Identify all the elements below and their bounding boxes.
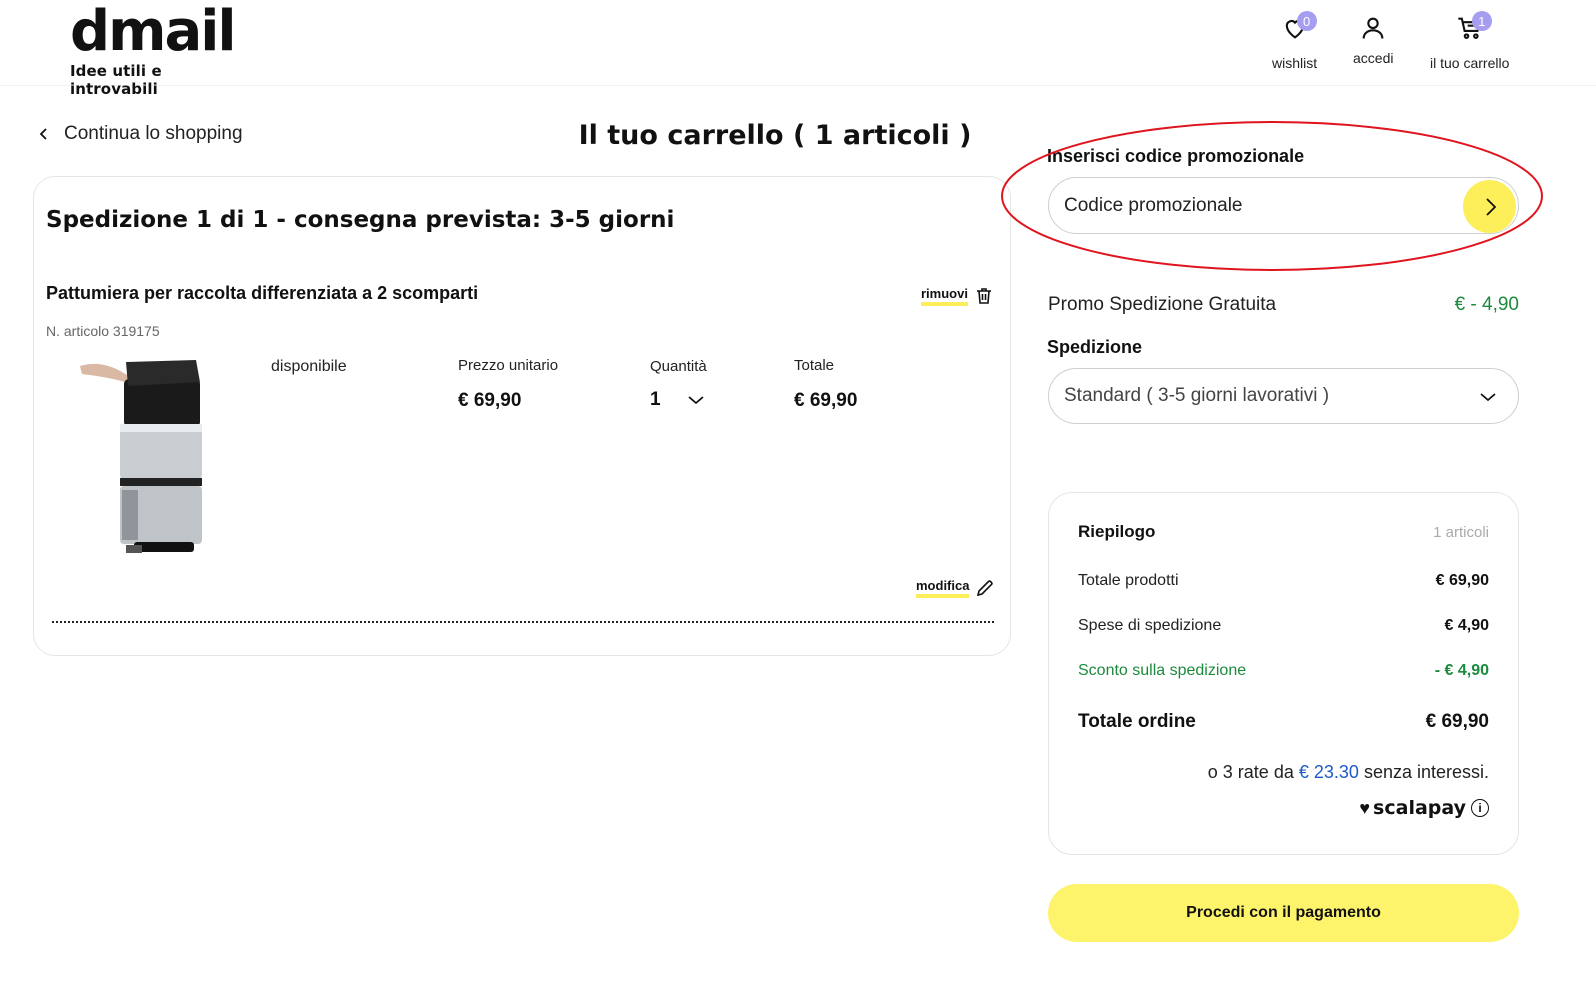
summary-row-label: Sconto sulla spedizione [1078, 662, 1247, 679]
shipment-title: Spedizione 1 di 1 - consegna prevista: 3… [46, 207, 675, 233]
summary-row-label: Spese di spedizione [1078, 617, 1222, 634]
product-code: N. articolo 319175 [46, 323, 160, 339]
chevron-down-icon [1480, 393, 1496, 402]
total-label: Totale [794, 357, 835, 374]
shipping-method-value: Standard ( 3-5 giorni lavorativi ) [1064, 385, 1330, 406]
cart-badge: 1 [1471, 11, 1492, 31]
shipping-label: Spedizione [1047, 337, 1143, 357]
applied-promo-value: € - 4,90 [1454, 294, 1519, 315]
summary-item-count: 1 articoli [1433, 524, 1489, 541]
product-name[interactable]: Pattumiera per raccolta differenziata a … [46, 283, 478, 304]
availability-status: disponibile [271, 358, 347, 375]
trash-icon [976, 288, 991, 304]
order-total-label: Totale ordine [1078, 711, 1196, 732]
pencil-icon [977, 580, 994, 597]
order-total-value: € 69,90 [1425, 711, 1489, 732]
quantity-value: 1 [650, 389, 661, 410]
quantity-selector[interactable]: 1 [650, 389, 706, 411]
installments-amount: € 23.30 [1298, 762, 1359, 782]
page-title: Il tuo carrello ( 1 articoli ) [578, 120, 972, 151]
unit-price-label: Prezzo unitario [458, 357, 559, 374]
summary-header: Riepilogo 1 articoli [1078, 522, 1489, 542]
user-icon [1362, 17, 1384, 39]
site-header: dmail Idee utili e introvabili 0 wishlis… [0, 0, 1596, 98]
wishlist-label: wishlist [1272, 55, 1318, 71]
info-icon[interactable]: i [1471, 799, 1489, 817]
logo-tagline: Idee utili e introvabili [70, 62, 162, 98]
continue-shopping-link[interactable]: Continua lo shopping [36, 123, 243, 145]
shipping-method-select[interactable]: Standard ( 3-5 giorni lavorativi ) [1048, 368, 1519, 424]
edit-button[interactable]: modifica [916, 578, 995, 598]
divider [52, 621, 994, 623]
quantity-label: Quantità [650, 358, 707, 375]
installments-prefix: o 3 rate da [1207, 762, 1294, 782]
summary-row-value: € 4,90 [1444, 617, 1489, 634]
summary-row-discount: Sconto sulla spedizione - € 4,90 [1078, 662, 1489, 680]
applied-promo-name: Promo Spedizione Gratuita [1048, 294, 1277, 315]
summary-row-value: - € 4,90 [1434, 662, 1489, 679]
summary-row-label: Totale prodotti [1078, 572, 1179, 589]
checkout-button[interactable]: Procedi con il pagamento [1048, 884, 1519, 942]
cart-label: il tuo carrello [1430, 55, 1510, 71]
cart-link[interactable]: 1 il tuo carrello [1430, 11, 1510, 71]
unit-price-value: € 69,90 [458, 390, 522, 411]
installments-text: o 3 rate da € 23.30 senza interessi. [1078, 762, 1489, 783]
summary-row-value: € 69,90 [1435, 572, 1489, 589]
account-link[interactable]: accedi [1353, 14, 1393, 66]
scalapay-badge: ♥ scalapay i [1300, 797, 1489, 819]
scalapay-logo: scalapay [1373, 797, 1466, 819]
installments-suffix: senza interessi. [1363, 762, 1489, 782]
apply-promo-button[interactable] [1463, 180, 1516, 233]
remove-button[interactable]: rimuovi [921, 286, 994, 306]
heart-icon: ♥ [1359, 797, 1371, 818]
wishlist-link[interactable]: 0 wishlist [1272, 11, 1318, 71]
edit-label: modifica [916, 578, 970, 598]
chevron-left-icon [39, 128, 47, 140]
chevron-down-icon [688, 396, 704, 405]
applied-promo: Promo Spedizione Gratuita € - 4,90 [1048, 294, 1519, 316]
remove-label: rimuovi [921, 286, 968, 306]
logo[interactable]: dmail Idee utili e introvabili [70, 0, 250, 99]
product-image[interactable] [76, 352, 216, 562]
line-total-value: € 69,90 [794, 390, 858, 411]
summary-row: Spese di spedizione € 4,90 [1078, 617, 1489, 635]
continue-shopping-label: Continua lo shopping [64, 123, 243, 144]
account-label: accedi [1353, 50, 1394, 66]
promo-code-label: Inserisci codice promozionale [1047, 146, 1305, 166]
promo-code-input[interactable] [1048, 177, 1519, 234]
summary-row: Totale prodotti € 69,90 [1078, 572, 1489, 590]
summary-title: Riepilogo [1078, 522, 1156, 541]
order-total-row: Totale ordine € 69,90 [1078, 711, 1489, 733]
chevron-right-icon [1485, 197, 1496, 216]
logo-wordmark: dmail [70, 0, 237, 64]
wishlist-badge: 0 [1296, 11, 1317, 31]
